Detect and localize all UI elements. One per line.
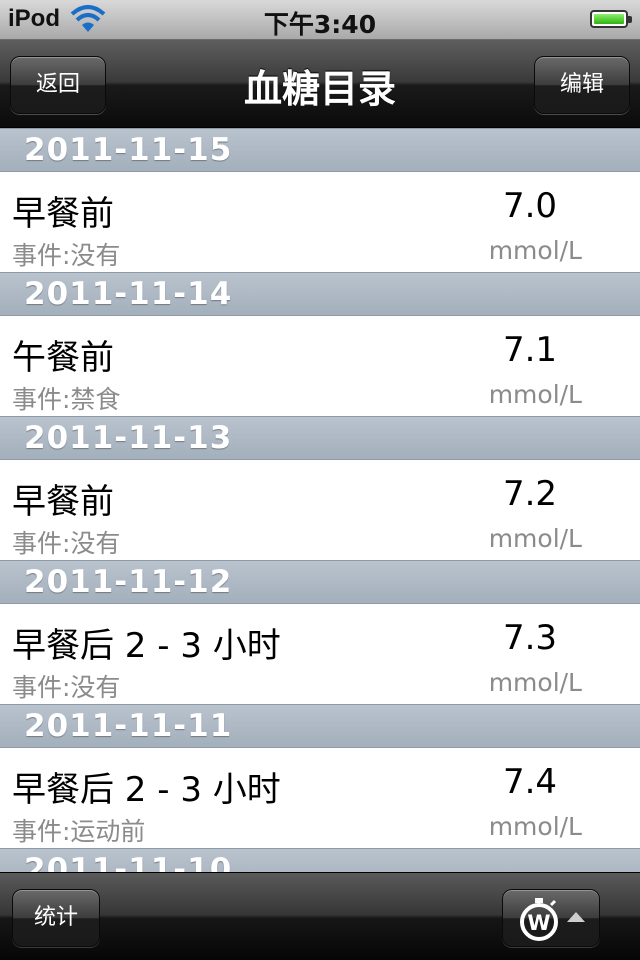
unit-label: mmol/L (488, 524, 582, 553)
event-label: 事件:没有 (12, 529, 121, 558)
stats-button[interactable]: 统计 (12, 889, 100, 947)
unit-label: mmol/L (488, 668, 582, 697)
arrow-up-icon (567, 912, 585, 922)
list-item[interactable]: 早餐后 2 - 3 小时 事件:运动前 7.4 mmol/L (0, 748, 640, 848)
svg-text:W: W (527, 911, 550, 935)
glucose-value: 7.3 (502, 618, 558, 658)
stopwatch-w-icon: W (520, 898, 558, 941)
meal-label: 早餐前 (12, 194, 114, 234)
event-label: 事件:禁食 (12, 385, 121, 414)
list-item[interactable]: 早餐前 事件:没有 7.0 mmol/L (0, 172, 640, 272)
list-item[interactable]: 早餐后 2 - 3 小时 事件:没有 7.3 mmol/L (0, 604, 640, 704)
glucose-value: 7.0 (502, 186, 558, 226)
section-header-date: 2011-11-14 (0, 272, 640, 316)
status-time: 下午3:40 (263, 10, 377, 39)
meal-label: 早餐前 (12, 482, 114, 522)
meal-label: 早餐后 2 - 3 小时 (12, 626, 281, 666)
status-bar: iPod 下午3:40 (0, 0, 640, 40)
section-header-date: 2011-11-10 (0, 848, 640, 872)
event-label: 事件:运动前 (12, 817, 146, 846)
event-label: 事件:没有 (12, 673, 121, 702)
timer-button[interactable]: W (502, 889, 600, 947)
battery-fill (594, 14, 624, 24)
section-header-date: 2011-11-12 (0, 560, 640, 604)
glucose-value: 7.2 (502, 474, 558, 514)
meal-label: 早餐后 2 - 3 小时 (12, 770, 281, 810)
list-item[interactable]: 早餐前 事件:没有 7.2 mmol/L (0, 460, 640, 560)
unit-label: mmol/L (488, 236, 582, 265)
meal-label: 午餐前 (12, 338, 114, 378)
navigation-bar: 返回 血糖目录 编辑 (0, 40, 640, 128)
bottom-toolbar: 统计 W (0, 872, 640, 960)
glucose-value: 7.4 (502, 762, 558, 802)
section-header-date: 2011-11-15 (0, 128, 640, 172)
section-header-date: 2011-11-13 (0, 416, 640, 460)
unit-label: mmol/L (488, 812, 582, 841)
edit-button[interactable]: 编辑 (534, 56, 630, 114)
glucose-list[interactable]: 2011-11-15 早餐前 事件:没有 7.0 mmol/L 2011-11-… (0, 128, 640, 872)
list-item[interactable]: 午餐前 事件:禁食 7.1 mmol/L (0, 316, 640, 416)
battery-icon (590, 10, 632, 28)
unit-label: mmol/L (488, 380, 582, 409)
section-header-date: 2011-11-11 (0, 704, 640, 748)
glucose-value: 7.1 (502, 330, 558, 370)
event-label: 事件:没有 (12, 241, 121, 270)
